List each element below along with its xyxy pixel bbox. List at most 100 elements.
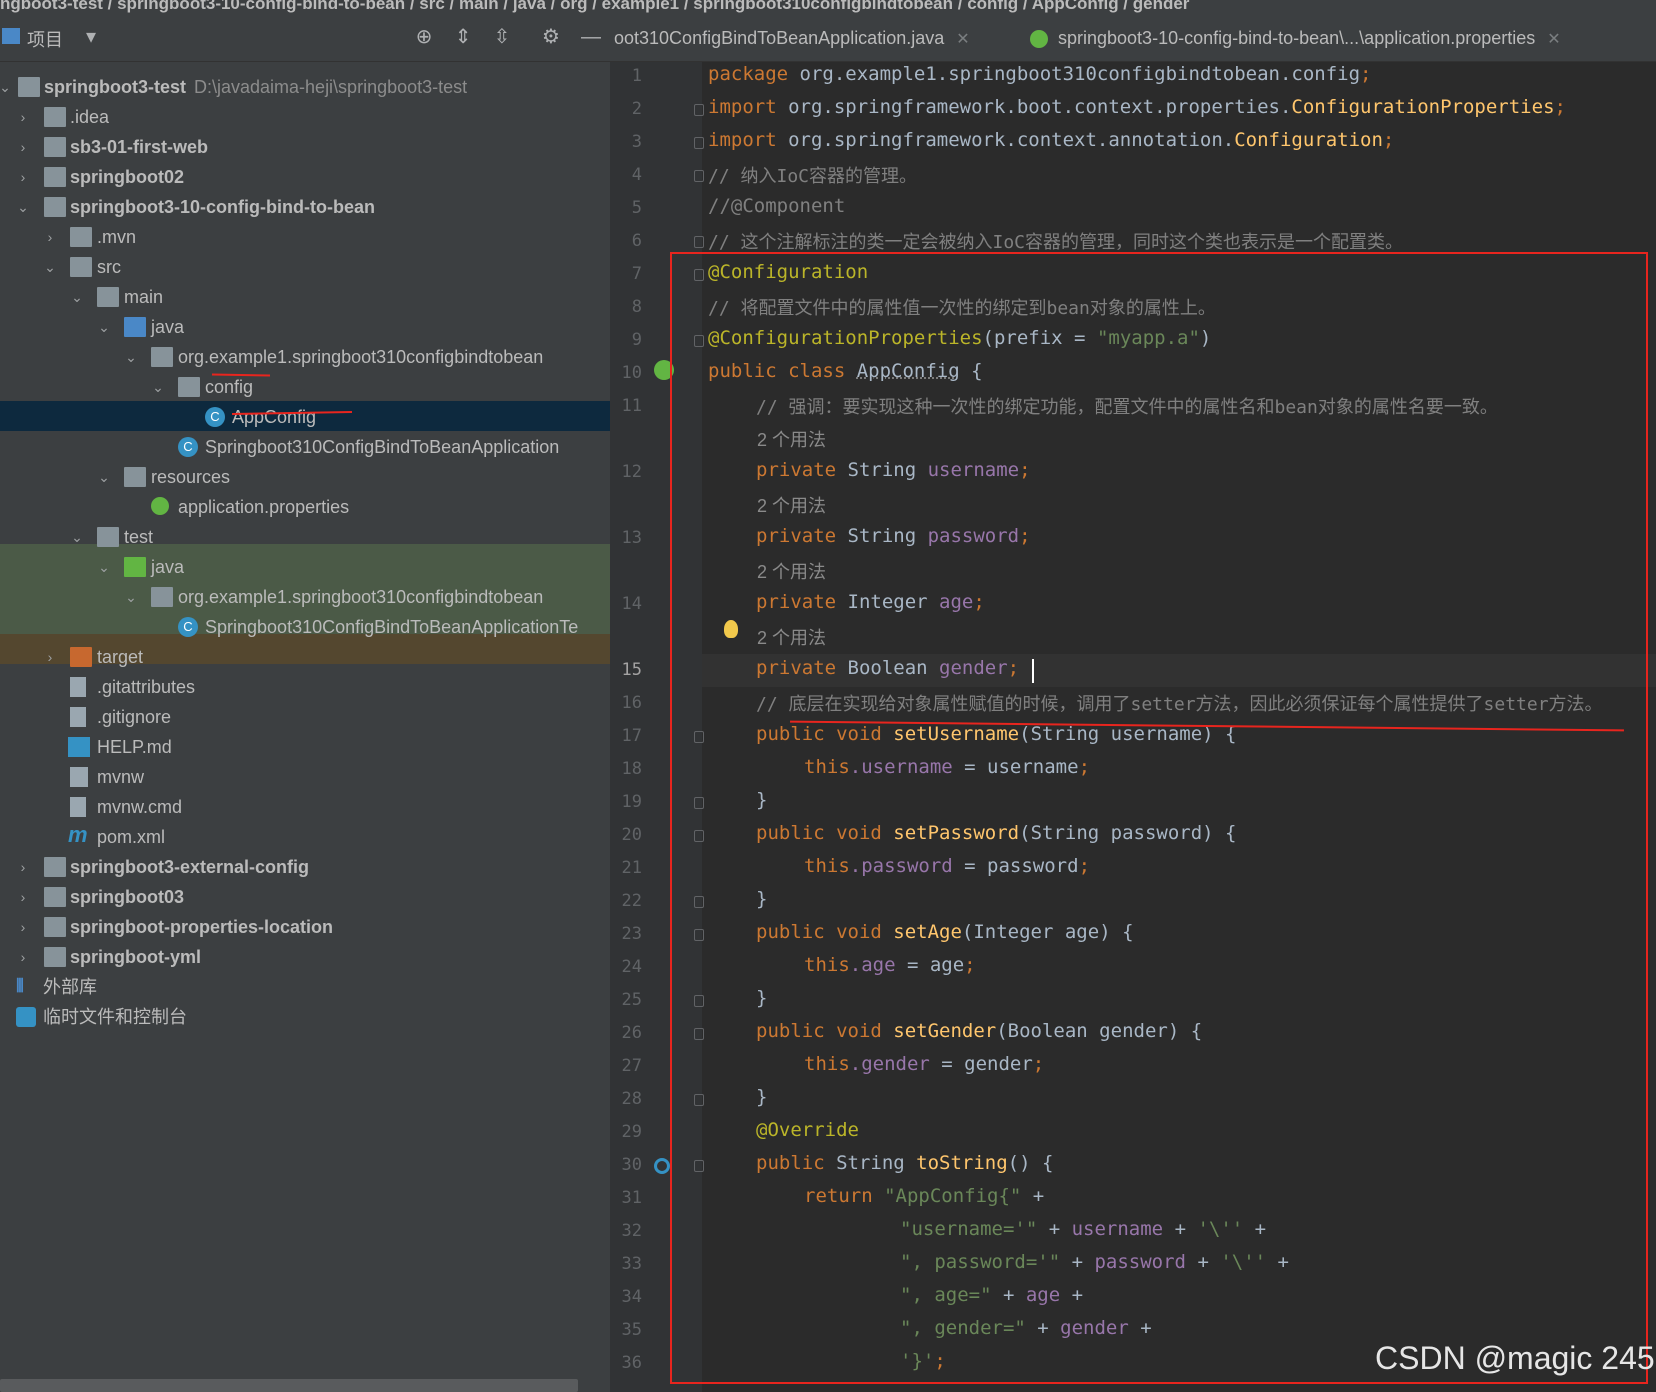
tree-item-config[interactable]: ⌄ config (0, 372, 610, 402)
expand-all-icon[interactable]: ⇕ (452, 26, 474, 48)
chevron-down-icon[interactable]: ⌄ (97, 552, 111, 582)
tree-item-mvnw[interactable]: mvnw (0, 762, 610, 792)
tree-item-gitignore[interactable]: .gitignore (0, 702, 610, 732)
chevron-right-icon[interactable]: › (16, 852, 30, 882)
tree-item-properties-location[interactable]: › springboot-properties-location (0, 912, 610, 942)
tree-item-mvnw-cmd[interactable]: mvnw.cmd (0, 792, 610, 822)
tree-item-idea[interactable]: › .idea (0, 102, 610, 132)
properties-file-icon (151, 497, 169, 515)
chevron-right-icon[interactable]: › (16, 912, 30, 942)
line-number: 11 (621, 396, 642, 416)
tree-item-src[interactable]: ⌄ src (0, 252, 610, 282)
tree-item-springboot3-10[interactable]: ⌄ springboot3-10-config-bind-to-bean (0, 192, 610, 222)
resources-folder-icon (124, 467, 146, 487)
module-folder-icon (44, 137, 66, 157)
chevron-down-icon[interactable]: ⌄ (124, 582, 138, 612)
gear-icon[interactable]: ⚙ (540, 26, 562, 48)
fold-marker-icon[interactable] (694, 236, 704, 248)
line-number: 34 (621, 1287, 642, 1307)
project-panel-title[interactable]: 项目 (27, 26, 63, 52)
token: org.example1.springboot310configbindtobe… (799, 63, 1361, 85)
chevron-down-icon[interactable]: ⌄ (43, 252, 57, 282)
tree-item-help-md[interactable]: HELP.md (0, 732, 610, 762)
horizontal-scrollbar[interactable] (0, 1379, 578, 1392)
hide-panel-icon[interactable]: — (580, 26, 602, 48)
tree-item-java[interactable]: ⌄ java (0, 312, 610, 342)
chevron-right-icon[interactable]: › (16, 132, 30, 162)
tree-item-sb3-01-first-web[interactable]: › sb3-01-first-web (0, 132, 610, 162)
tree-item-appconfig[interactable]: C AppConfig (0, 402, 610, 432)
line-number: 10 (621, 363, 642, 383)
close-icon[interactable]: ✕ (1547, 31, 1560, 48)
override-icon[interactable] (654, 1158, 670, 1174)
tree-item-test-class[interactable]: C Springboot310ConfigBindToBeanApplicati… (0, 612, 610, 642)
tree-item-resources[interactable]: ⌄ resources (0, 462, 610, 492)
tree-item-external-libraries[interactable]: ⦀ 外部库 (0, 972, 610, 1002)
tree-item-scratches[interactable]: 临时文件和控制台 (0, 1002, 610, 1032)
chevron-right-icon[interactable]: › (16, 102, 30, 132)
tab-application-properties[interactable]: springboot3-10-config-bind-to-bean\...\a… (1030, 14, 1561, 62)
collapse-all-icon[interactable]: ⇳ (491, 26, 513, 48)
tab-label: springboot3-10-config-bind-to-bean\...\a… (1058, 28, 1536, 48)
token: package (708, 63, 800, 85)
chevron-down-icon[interactable]: ⌄ (124, 342, 138, 372)
tree-item-test-package[interactable]: ⌄ org.example1.springboot310configbindto… (0, 582, 610, 612)
tree-item-label: pom.xml (97, 827, 166, 847)
tree-item-pom[interactable]: m pom.xml (0, 822, 610, 852)
tree-item-application[interactable]: C Springboot310ConfigBindToBeanApplicati… (0, 432, 610, 462)
chevron-down-icon[interactable]: ⌄ (70, 522, 84, 552)
tree-item-label: mvnw (97, 767, 145, 787)
line-number: 2 (631, 99, 642, 119)
line-number: 12 (621, 462, 642, 482)
chevron-right-icon[interactable]: › (43, 222, 57, 252)
breadcrumb[interactable]: ngboot3-test / springboot3-10-config-bin… (0, 0, 1656, 14)
tree-item-springboot-yml[interactable]: › springboot-yml (0, 942, 610, 972)
library-icon: ⦀ (16, 976, 24, 996)
tree-item-external-config[interactable]: › springboot3-external-config (0, 852, 610, 882)
package-icon (178, 377, 200, 397)
code-line-6: // 这个注解标注的类一定会被纳入IoC容器的管理，同时这个类也表示是一个配置类… (708, 232, 1404, 253)
package-icon (151, 347, 173, 367)
chevron-down-icon[interactable]: ⌄ (97, 462, 111, 492)
close-icon[interactable]: ✕ (956, 31, 969, 48)
tree-item-label: AppConfig (232, 407, 317, 427)
line-number: 4 (631, 165, 642, 185)
folder-icon (44, 107, 66, 127)
token: ; (1554, 96, 1566, 118)
tree-item-application-properties[interactable]: application.properties (0, 492, 610, 522)
tree-item-main[interactable]: ⌄ main (0, 282, 610, 312)
tree-item-package[interactable]: ⌄ org.example1.springboot310configbindto… (0, 342, 610, 372)
chevron-right-icon[interactable]: › (16, 942, 30, 972)
chevron-right-icon[interactable]: › (43, 642, 57, 672)
tree-item-mvn[interactable]: › .mvn (0, 222, 610, 252)
chevron-right-icon[interactable]: › (16, 162, 30, 192)
locate-target-icon[interactable]: ⊕ (413, 26, 435, 48)
line-number: 16 (621, 693, 642, 713)
tree-item-springboot02[interactable]: › springboot02 (0, 162, 610, 192)
tree-item-target[interactable]: › target (0, 642, 610, 672)
line-number: 3 (631, 132, 642, 152)
tab-application-java[interactable]: oot310ConfigBindToBeanApplication.java ✕ (614, 14, 970, 62)
chevron-right-icon[interactable]: › (16, 882, 30, 912)
token: ; (1360, 63, 1372, 85)
tree-item-gitattributes[interactable]: .gitattributes (0, 672, 610, 702)
chevron-down-icon[interactable]: ⌄ (0, 72, 12, 102)
module-folder-icon (44, 917, 66, 937)
folder-icon (97, 527, 119, 547)
line-number: 5 (631, 198, 642, 218)
text-file-icon (70, 677, 86, 697)
fold-marker-icon[interactable] (694, 170, 704, 182)
fold-marker-icon[interactable] (694, 137, 704, 149)
tree-item-test[interactable]: ⌄ test (0, 522, 610, 552)
line-number: 36 (621, 1353, 642, 1373)
chevron-down-icon[interactable]: ⌄ (97, 312, 111, 342)
fold-marker-icon[interactable] (694, 104, 704, 116)
tree-item-springboot03[interactable]: › springboot03 (0, 882, 610, 912)
chevron-down-icon[interactable]: ⌄ (16, 192, 30, 222)
chevron-down-icon[interactable]: ⌄ (151, 372, 165, 402)
chevron-down-icon[interactable]: ⌄ (70, 282, 84, 312)
dropdown-chevron-icon[interactable]: ▾ (80, 26, 102, 48)
tree-item-root[interactable]: ⌄ springboot3-test D:\javadaima-heji\spri… (0, 72, 610, 102)
tree-item-label: Springboot310ConfigBindToBeanApplication… (205, 617, 579, 637)
tree-item-test-java[interactable]: ⌄ java (0, 552, 610, 582)
